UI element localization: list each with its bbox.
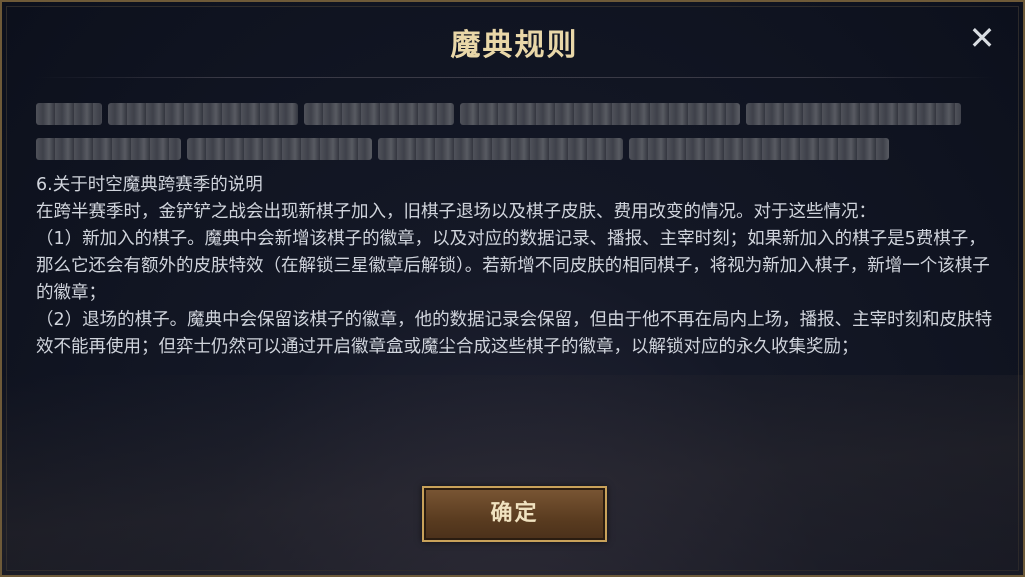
- blurred-text-segment: [629, 138, 889, 160]
- blurred-text-segment: [378, 138, 623, 160]
- rules-text: 6.关于时空魔典跨赛季的说明 在跨半赛季时，金铲铲之战会出现新棋子加入，旧棋子退…: [36, 172, 996, 361]
- blurred-text-line: [36, 103, 961, 125]
- rules-dialog: 魔典规则 ✕ 6.关于时空魔典跨赛季的说明 在跨半赛季时，金铲铲之战会出现新棋子…: [0, 0, 1025, 577]
- confirm-button[interactable]: 确定: [422, 486, 607, 542]
- close-icon[interactable]: ✕: [964, 20, 1000, 56]
- rules-paragraph-new-pieces: （1）新加入的棋子。魔典中会新增该棋子的徽章，以及对应的数据记录、播报、主宰时刻…: [36, 229, 990, 303]
- dialog-title: 魔典规则: [450, 28, 579, 63]
- title-divider: [36, 77, 994, 78]
- blurred-text-segment: [108, 103, 298, 125]
- section-heading: 6.关于时空魔典跨赛季的说明: [36, 175, 263, 195]
- blurred-text-segment: [36, 103, 102, 125]
- blurred-text-line: [36, 138, 889, 160]
- blurred-text-segment: [460, 103, 740, 125]
- blurred-text-segment: [187, 138, 372, 160]
- rules-paragraph-retired-pieces: （2）退场的棋子。魔典中会保留该棋子的徽章，他的数据记录会保留，但由于他不再在局…: [36, 310, 993, 357]
- blurred-text-segment: [746, 103, 961, 125]
- blurred-text-segment: [304, 103, 454, 125]
- background-decoration: [2, 375, 1023, 575]
- blurred-text-segment: [36, 138, 181, 160]
- rules-paragraph-intro: 在跨半赛季时，金铲铲之战会出现新棋子加入，旧棋子退场以及棋子皮肤、费用改变的情况…: [36, 202, 876, 222]
